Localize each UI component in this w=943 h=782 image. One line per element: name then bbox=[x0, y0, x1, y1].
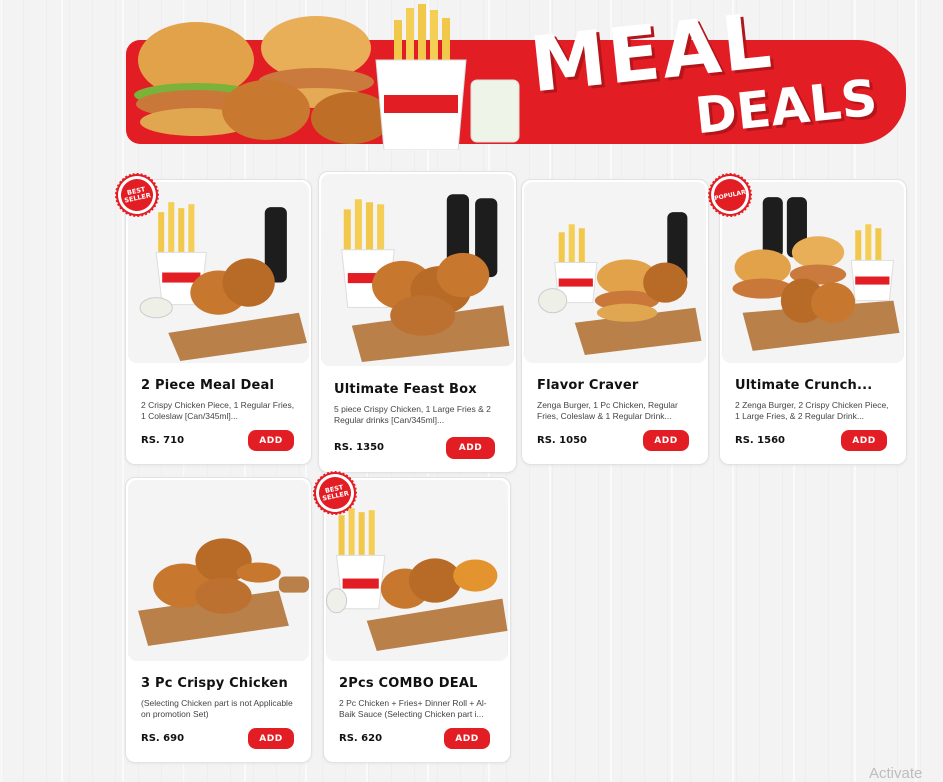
add-button[interactable]: ADD bbox=[841, 430, 887, 451]
windows-activation-watermark: Activate bbox=[869, 765, 923, 782]
product-name: 2Pcs COMBO DEAL bbox=[339, 676, 478, 691]
product-card-flavor-craver[interactable]: Flavor Craver Zenga Burger, 1 Pc Chicken… bbox=[521, 179, 709, 465]
product-card-ultimate-crunch[interactable]: Ultimate Crunch... 2 Zenga Burger, 2 Cri… bbox=[719, 179, 907, 465]
product-description: 2 Crispy Chicken Piece, 1 Regular Fries,… bbox=[141, 400, 295, 421]
product-price: RS. 710 bbox=[141, 435, 185, 446]
product-description: 5 piece Crispy Chicken, 1 Large Fries & … bbox=[334, 404, 491, 425]
product-card-3-pc-crispy-chicken[interactable]: 3 Pc Crispy Chicken (Selecting Chicken p… bbox=[125, 477, 312, 763]
banner-title: MEAL DEALS bbox=[526, 0, 890, 148]
product-image bbox=[128, 480, 309, 661]
product-name: 3 Pc Crispy Chicken bbox=[141, 676, 288, 691]
banner-food-image bbox=[134, 4, 520, 150]
product-price: RS. 690 bbox=[141, 733, 185, 744]
product-image bbox=[524, 182, 706, 363]
product-price: RS. 1050 bbox=[537, 435, 588, 446]
product-name: Ultimate Crunch... bbox=[735, 378, 873, 393]
product-description: 2 Pc Chicken + Fries+ Dinner Roll + Al-B… bbox=[339, 698, 487, 719]
product-description: (Selecting Chicken part is not Applicabl… bbox=[141, 698, 293, 719]
product-image bbox=[321, 174, 514, 366]
add-button[interactable]: ADD bbox=[248, 430, 294, 451]
product-image bbox=[326, 480, 508, 661]
product-card-2pcs-combo-deal[interactable]: 2Pcs COMBO DEAL 2 Pc Chicken + Fries+ Di… bbox=[323, 477, 511, 763]
product-name: 2 Piece Meal Deal bbox=[141, 378, 275, 393]
product-price: RS. 1560 bbox=[735, 435, 786, 446]
product-price: RS. 620 bbox=[339, 733, 383, 744]
product-price: RS. 1350 bbox=[334, 442, 385, 453]
product-description: Zenga Burger, 1 Pc Chicken, Regular Frie… bbox=[537, 400, 678, 421]
add-button[interactable]: ADD bbox=[248, 728, 294, 749]
product-description: 2 Zenga Burger, 2 Crispy Chicken Piece, … bbox=[735, 400, 889, 421]
product-image bbox=[722, 182, 904, 363]
add-button[interactable]: ADD bbox=[444, 728, 490, 749]
meal-deals-banner: MEAL DEALS bbox=[126, 0, 906, 150]
add-button[interactable]: ADD bbox=[643, 430, 689, 451]
product-image bbox=[128, 182, 309, 363]
product-card-2-piece-meal-deal[interactable]: 2 Piece Meal Deal 2 Crispy Chicken Piece… bbox=[125, 179, 312, 465]
product-name: Flavor Craver bbox=[537, 378, 639, 393]
product-name: Ultimate Feast Box bbox=[334, 382, 477, 397]
product-card-ultimate-feast-box[interactable]: Ultimate Feast Box 5 piece Crispy Chicke… bbox=[318, 171, 517, 473]
add-button[interactable]: ADD bbox=[446, 437, 495, 459]
